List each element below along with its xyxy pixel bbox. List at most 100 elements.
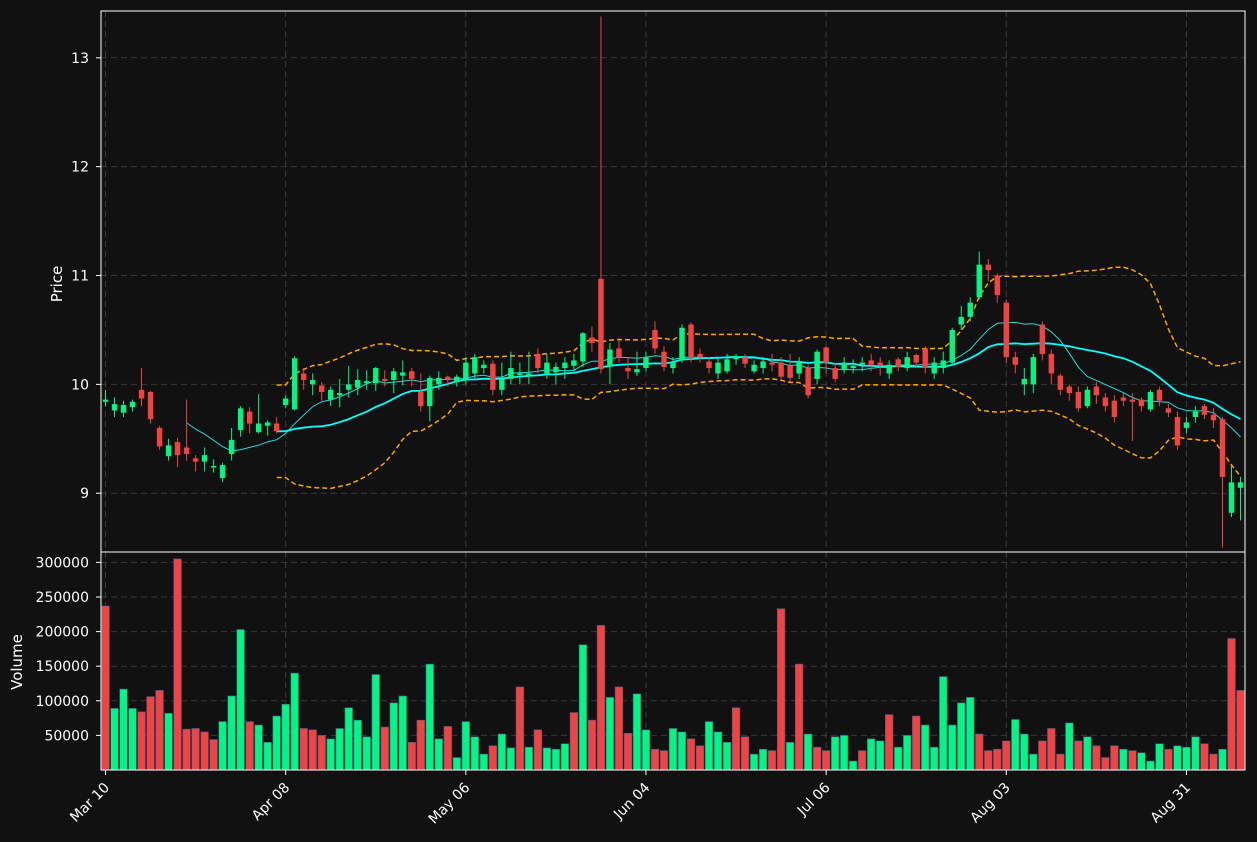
candle-body (796, 361, 802, 374)
candle-body (877, 362, 883, 366)
volume-bar (137, 711, 146, 771)
volume-tick-label: 300000 (36, 555, 89, 571)
chart-background (0, 0, 1257, 842)
candle-body (291, 358, 298, 410)
candle-body (733, 356, 739, 360)
candle-body (337, 393, 343, 396)
candle-body (742, 357, 748, 364)
candle-body (1075, 391, 1082, 409)
volume-bar (1074, 740, 1083, 771)
volume-bar (1119, 748, 1128, 771)
volume-bar (822, 750, 831, 771)
candle-body (1003, 302, 1009, 358)
volume-bar (155, 690, 164, 771)
volume-bar (966, 697, 975, 771)
candle-body (688, 324, 694, 359)
volume-bar (1065, 722, 1074, 771)
volume-bar (939, 676, 948, 771)
volume-bar (614, 686, 624, 771)
volume-bar (326, 738, 335, 771)
candle-body (1201, 406, 1208, 415)
volume-bar (362, 736, 371, 771)
candle-body (571, 360, 577, 366)
volume-bar (650, 748, 660, 771)
volume-bar (1209, 753, 1218, 771)
volume-bar (1200, 743, 1209, 771)
candle-body (769, 362, 775, 365)
volume-bar (128, 708, 137, 771)
candle-body (1174, 417, 1181, 446)
volume-bar (533, 729, 543, 771)
volume-bar (578, 644, 588, 771)
candle-body (409, 371, 415, 379)
candle-body (174, 442, 181, 456)
volume-bar (659, 750, 669, 771)
candle-body (643, 357, 649, 369)
volume-tick-label: 250000 (36, 590, 89, 606)
candle-body (102, 399, 109, 402)
volume-bar (1191, 736, 1200, 771)
volume-bar (1029, 753, 1038, 771)
candle-body (1165, 408, 1172, 413)
volume-bar (794, 663, 804, 771)
volume-bar (1128, 750, 1137, 771)
candle-body (1066, 386, 1073, 394)
volume-bar (921, 724, 930, 771)
candle-body (850, 365, 856, 369)
candle-body (589, 337, 595, 344)
volume-bar (218, 721, 227, 771)
volume-bar (632, 693, 642, 771)
volume-bar (443, 726, 452, 771)
candle-body (237, 408, 244, 431)
volume-bar (840, 735, 849, 771)
volume-bar (236, 629, 245, 771)
price-tick-label: 9 (80, 486, 89, 502)
candle-body (282, 398, 289, 406)
candle-body (706, 361, 712, 369)
volume-bar (461, 721, 470, 771)
price-axis-label: Price (48, 266, 66, 303)
volume-bar (1236, 690, 1245, 771)
volume-bar (803, 733, 813, 771)
volume-bar (425, 663, 434, 771)
candle-body (967, 302, 973, 317)
candle-body (255, 423, 262, 433)
volume-bar (1038, 740, 1047, 771)
volume-bar (299, 728, 308, 771)
candlestick-chart: 9 10 11 12 13 Price 50000 100000 150000 200000 2… (0, 0, 1257, 842)
volume-bar (993, 748, 1002, 771)
volume-bar (831, 736, 840, 771)
candle-body (1129, 399, 1136, 402)
candle-body (445, 376, 451, 379)
volume-bar (182, 728, 191, 771)
candle-body (580, 333, 586, 362)
volume-bar (434, 738, 443, 771)
candle-body (201, 455, 208, 462)
candle-body (508, 368, 514, 379)
volume-bar (948, 724, 957, 771)
volume-bar (200, 731, 209, 771)
volume-bar (677, 731, 687, 771)
candle-body (913, 354, 919, 363)
volume-bar (173, 558, 182, 771)
candle-body (1084, 389, 1091, 407)
volume-bar (876, 740, 885, 771)
volume-bar (903, 735, 912, 771)
volume-bar (317, 735, 326, 771)
volume-bar (110, 708, 119, 771)
volume-bar (1101, 757, 1110, 771)
volume-bar (1020, 733, 1029, 771)
volume-bar (281, 703, 290, 771)
volume-bar (1164, 748, 1173, 771)
candle-body (715, 362, 721, 374)
candle-body (1021, 378, 1028, 385)
candle-body (886, 364, 892, 374)
candle-body (427, 377, 433, 407)
candle-body (346, 384, 352, 390)
candle-body (751, 364, 757, 372)
candle-body (1057, 375, 1064, 390)
volume-bar (515, 686, 524, 771)
volume-bar (1002, 740, 1011, 771)
candle-body (210, 466, 217, 468)
volume-bar (272, 715, 281, 771)
